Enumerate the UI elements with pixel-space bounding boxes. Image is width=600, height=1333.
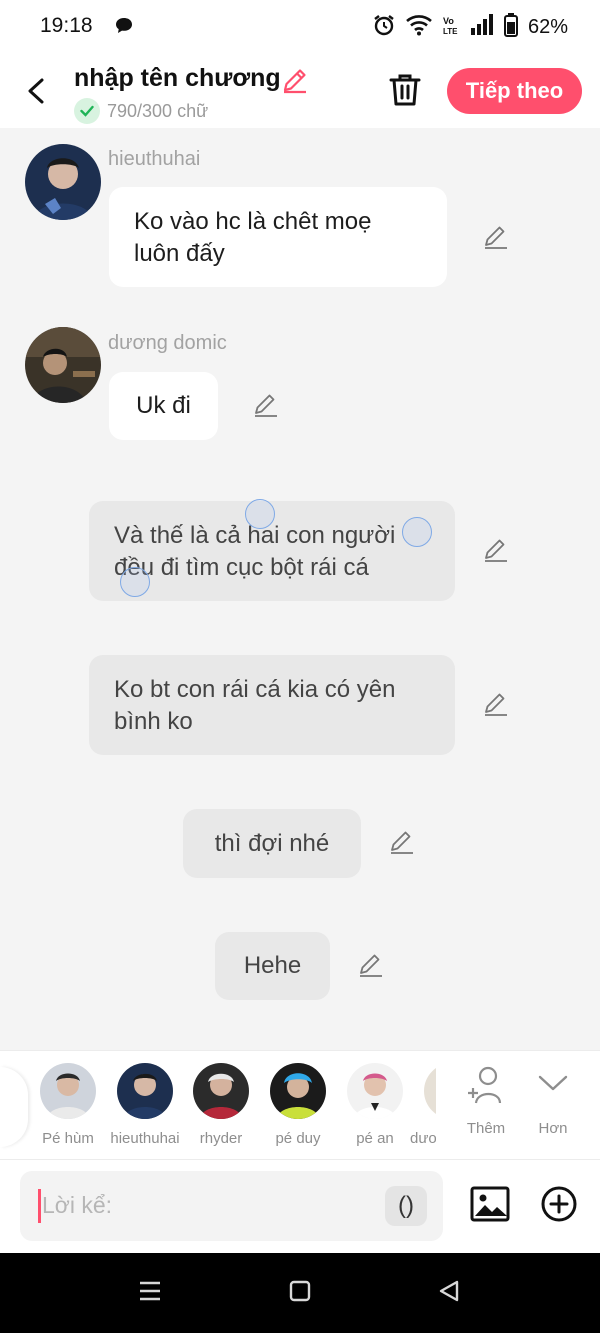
- pencil-icon[interactable]: [389, 829, 415, 860]
- avatar: [40, 1063, 96, 1119]
- more-button[interactable]: Hơn: [523, 1065, 583, 1137]
- character-strip[interactable]: Pé hùm hieuthuhai rhyder pé duy pé an dư…: [0, 1050, 600, 1160]
- message-bubble[interactable]: Uk đi: [109, 372, 218, 440]
- character-name: pé duy: [275, 1130, 321, 1147]
- input-placeholder: Lời kể:: [42, 1192, 113, 1218]
- editor-header: nhập tên chương 790/300 chữ Tiếp theo: [0, 54, 600, 128]
- avatar: [347, 1063, 403, 1119]
- volte-icon: Vo LTE: [442, 14, 460, 41]
- character-item[interactable]: hieuthuhai: [110, 1063, 180, 1147]
- add-character-button[interactable]: Thêm: [456, 1065, 516, 1137]
- chapter-title[interactable]: nhập tên chương: [74, 64, 281, 93]
- system-nav-bar: [0, 1253, 600, 1333]
- back-icon[interactable]: [22, 74, 52, 108]
- character-item[interactable]: dươ: [410, 1063, 436, 1147]
- character-item[interactable]: Pé hùm: [33, 1063, 103, 1147]
- avatar[interactable]: [25, 327, 101, 403]
- sender-name: hieuthuhai: [108, 148, 201, 170]
- avatar[interactable]: [25, 144, 101, 220]
- trash-icon[interactable]: [388, 72, 422, 113]
- pencil-icon[interactable]: [483, 537, 509, 568]
- narration-bubble[interactable]: Ko bt con rái cá kia có yên bình ko: [89, 655, 455, 755]
- chevron-down-icon: [535, 1075, 571, 1109]
- touch-indicator: [245, 499, 275, 529]
- narration-bubble[interactable]: Hehe: [215, 932, 330, 1000]
- character-name: pé an: [356, 1130, 394, 1147]
- add-label: Thêm: [466, 1120, 506, 1137]
- pencil-icon[interactable]: [483, 224, 509, 255]
- more-label: Hơn: [538, 1120, 568, 1137]
- wifi-icon: [406, 14, 432, 41]
- character-name: Pé hùm: [42, 1130, 94, 1147]
- battery-percent: 62%: [527, 16, 568, 38]
- pencil-icon[interactable]: [281, 66, 309, 99]
- character-name: hieuthuhai: [110, 1130, 180, 1147]
- check-icon: [74, 98, 100, 124]
- text-cursor: [38, 1189, 41, 1223]
- character-item[interactable]: pé an: [340, 1063, 410, 1147]
- plus-circle-icon[interactable]: [539, 1184, 579, 1229]
- word-count: 790/300 chữ: [74, 98, 208, 124]
- add-person-icon: [464, 1066, 508, 1109]
- narration-input[interactable]: Lời kể: (): [20, 1171, 443, 1241]
- character-item[interactable]: pé duy: [263, 1063, 333, 1147]
- touch-indicator: [402, 517, 432, 547]
- battery-icon: [503, 13, 518, 42]
- alarm-icon: [372, 13, 396, 42]
- sender-name: dương domic: [108, 332, 227, 354]
- pencil-icon[interactable]: [483, 691, 509, 722]
- avatar: [193, 1063, 249, 1119]
- character-name: rhyder: [199, 1130, 243, 1147]
- character-item[interactable]: rhyder: [186, 1063, 256, 1147]
- status-bar: 19:18 Vo LTE 62%: [0, 0, 600, 54]
- signal-icon: [470, 14, 494, 41]
- next-button[interactable]: Tiếp theo: [447, 68, 582, 114]
- message-bubble[interactable]: Ko vào hc là chêt moẹ luôn đấy: [109, 187, 447, 287]
- character-name: dươ: [410, 1130, 436, 1147]
- chat-notification-icon: [114, 16, 134, 41]
- touch-indicator: [120, 567, 150, 597]
- pencil-icon[interactable]: [358, 952, 384, 983]
- image-icon[interactable]: [470, 1184, 510, 1229]
- parenthesis-button[interactable]: (): [385, 1186, 427, 1226]
- word-count-text: 790/300 chữ: [107, 100, 209, 121]
- svg-text:LTE: LTE: [443, 27, 458, 36]
- composer: Lời kể: (): [0, 1160, 600, 1253]
- back-triangle-icon[interactable]: [437, 1279, 461, 1308]
- avatar: [270, 1063, 326, 1119]
- pencil-icon[interactable]: [253, 392, 279, 423]
- scroll-edge: [0, 1067, 28, 1147]
- svg-text:Vo: Vo: [443, 16, 454, 26]
- menu-icon[interactable]: [138, 1279, 162, 1308]
- home-square-icon[interactable]: [288, 1279, 312, 1308]
- chat-area[interactable]: hieuthuhai Ko vào hc là chêt moẹ luôn đấ…: [0, 128, 600, 1050]
- avatar: [117, 1063, 173, 1119]
- avatar: [424, 1063, 436, 1119]
- narration-bubble[interactable]: thì đợi nhé: [183, 809, 361, 878]
- status-time: 19:18: [40, 14, 93, 37]
